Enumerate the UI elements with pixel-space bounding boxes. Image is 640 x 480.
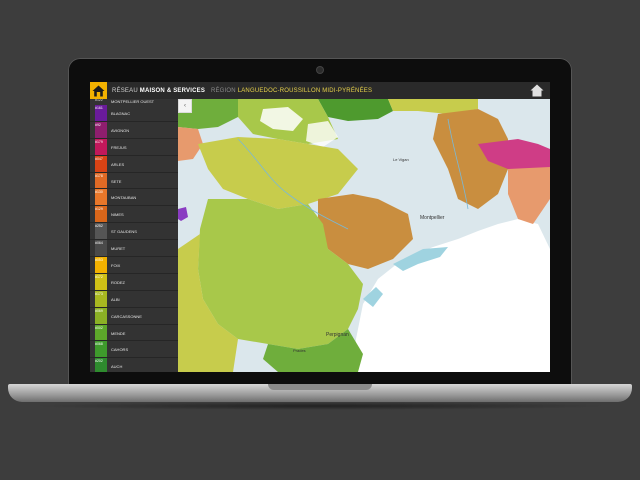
sidebar-item-code: #161 — [95, 106, 103, 110]
sidebar-item-arles[interactable]: #047 ARLES — [90, 155, 178, 173]
chevron-left-icon: ‹ — [184, 103, 186, 109]
sidebar-item-code: #92 — [95, 122, 101, 127]
sidebar-item-label: BLAGNAC — [111, 111, 131, 116]
laptop-notch — [268, 384, 372, 390]
sidebar-item-label: MONTPELLIER OUEST — [111, 99, 155, 104]
sidebar-item-cahors[interactable]: #068 CAHORS — [90, 341, 178, 359]
sidebar-item-rodez[interactable]: #172 RODEZ — [90, 273, 178, 291]
sidebar-item-code: #002 — [95, 325, 103, 330]
sidebar-item-sete[interactable]: #178 SETE — [90, 172, 178, 190]
sidebar-item-label: MENDE — [111, 330, 126, 336]
sidebar-item-label: AUCH — [111, 364, 123, 370]
sidebar-item-frejus[interactable]: #179 FREJUS — [90, 138, 178, 156]
sidebar-item-code: #129 — [95, 207, 103, 212]
sidebar-item-albi[interactable]: #173 ALBI — [90, 290, 178, 308]
sidebar-item-code: #068 — [95, 342, 103, 347]
laptop-shadow — [30, 402, 610, 410]
sidebar-list: #161 BLAGNAC #92 AVIGNON #179 FREJUS #047 ARLES… — [90, 105, 178, 372]
region-prefix: RÉGION — [210, 87, 236, 94]
sidebar-item-label: FREJUS — [111, 144, 127, 150]
sidebar-item-code: #173 — [95, 291, 103, 296]
sidebar-item-code: #252 — [95, 224, 103, 229]
region-map[interactable]: Montpellier Perpignan Le Vigan Prades — [178, 99, 550, 372]
sidebar-item-nimes[interactable]: #129 NIMES — [90, 206, 178, 224]
sidebar-item-code: #053 — [95, 258, 103, 263]
sidebar-item-label: ARLES — [111, 161, 125, 167]
sidebar-item-code: #047 — [95, 156, 103, 161]
sidebar-item-label: CAHORS — [111, 347, 129, 353]
sidebar-item-label: NIMES — [111, 212, 124, 218]
sidebar-item-code: #069 — [95, 308, 103, 313]
app-screen: RÉSEAU MAISON & SERVICES RÉGION LANGUEDO… — [90, 82, 550, 372]
region-name: LANGUEDOC-ROUSSILLON MIDI-PYRÉNÉES — [237, 87, 373, 94]
sidebar-item-st-gaudens[interactable]: #252 ST GAUDENS — [90, 223, 178, 241]
sidebar-item-label: ST GAUDENS — [111, 229, 137, 235]
sidebar-item-label: CARCASSONNE — [111, 313, 142, 319]
brand-prefix: RÉSEAU — [112, 87, 138, 94]
sidebar-item-foix[interactable]: #053 FOIX — [90, 257, 178, 274]
house-logo-icon — [92, 85, 105, 96]
sidebar-item-label: FOIX — [111, 263, 121, 269]
sidebar-item-code: #064 — [95, 241, 103, 246]
sidebar-item-code: #172 — [95, 274, 103, 279]
sidebar-item-montauban[interactable]: #130 MONTAUBAN — [90, 189, 178, 207]
agency-sidebar: #122 MONTPELLIER OUEST #161 BLAGNAC #92 AVI… — [90, 99, 178, 372]
sidebar-item-mende[interactable]: #002 MENDE — [90, 324, 178, 342]
sidebar-item-code: #178 — [95, 173, 103, 178]
camera-icon — [317, 67, 323, 73]
sidebar-item-auch[interactable]: #202 AUCH — [90, 358, 178, 372]
logo[interactable] — [90, 82, 107, 99]
sidebar-item-code: #202 — [95, 359, 103, 364]
sidebar-item-label: MONTAUBAN — [111, 195, 137, 201]
brand-title: RÉSEAU MAISON & SERVICES RÉGION LANGUEDO… — [112, 88, 372, 94]
top-bar: RÉSEAU MAISON & SERVICES RÉGION LANGUEDO… — [90, 82, 550, 99]
map-label-prades: Prades — [293, 348, 306, 353]
map-canvas: Montpellier Perpignan Le Vigan Prades — [178, 99, 550, 372]
sidebar-item-label: AVIGNON — [111, 127, 130, 133]
sidebar-item-label: MURET — [111, 246, 126, 252]
home-icon[interactable] — [530, 84, 544, 97]
sidebar-item-muret[interactable]: #064 MURET — [90, 240, 178, 258]
sidebar-item-label: RODEZ — [111, 279, 125, 285]
map-label-le-vigan: Le Vigan — [393, 157, 409, 162]
sidebar-item-carcassonne[interactable]: #069 CARCASSONNE — [90, 307, 178, 325]
sidebar-collapse-button[interactable]: ‹ — [178, 99, 192, 113]
sidebar-item-label: SETE — [111, 178, 122, 184]
sidebar-item-avignon[interactable]: #92 AVIGNON — [90, 121, 178, 139]
sidebar-item-label: ALBI — [111, 296, 120, 302]
sidebar-item-code: #122 — [95, 99, 103, 102]
sidebar-item-code: #179 — [95, 139, 103, 144]
sidebar-item-blagnac[interactable]: #161 BLAGNAC — [90, 105, 178, 122]
map-label-perpignan: Perpignan — [326, 332, 349, 338]
brand-name: MAISON & SERVICES — [139, 87, 206, 94]
map-label-montpellier: Montpellier — [420, 215, 445, 221]
sidebar-item-code: #130 — [95, 190, 103, 195]
